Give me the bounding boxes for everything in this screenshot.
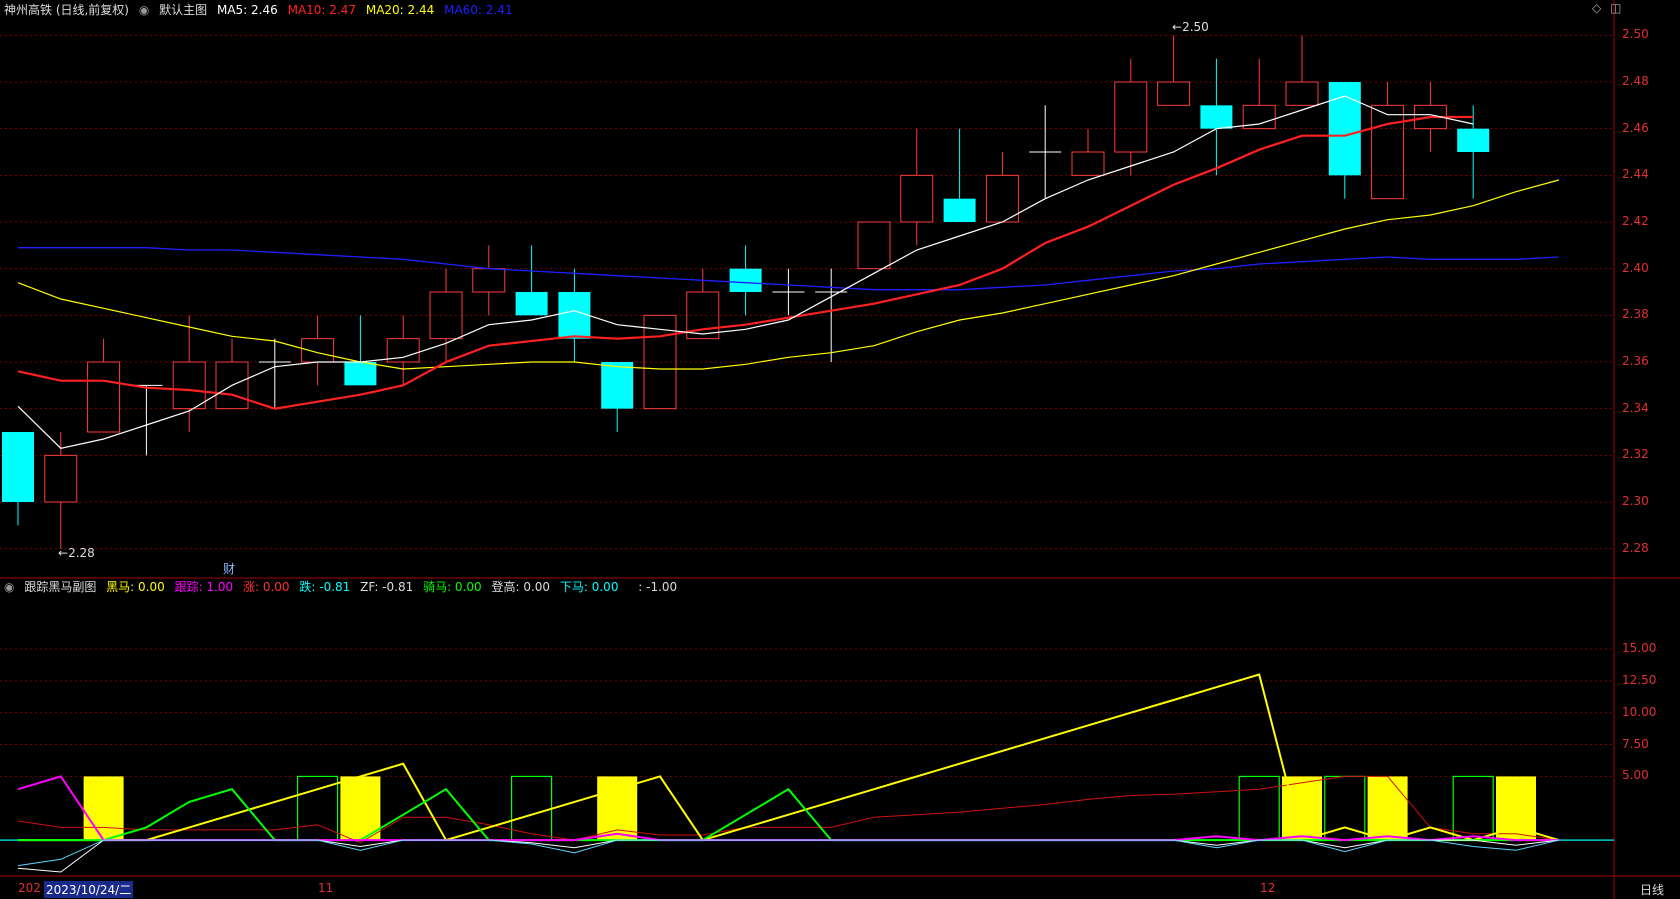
indicator-tick-label: 12.50	[1622, 672, 1657, 687]
candle-body	[857, 221, 891, 270]
candle-body	[172, 361, 206, 410]
indicator-tick-label: 5.00	[1622, 768, 1649, 783]
candle-body	[87, 361, 121, 433]
qima-box	[1452, 775, 1494, 841]
period-daily-button[interactable]: 日线	[1640, 881, 1664, 898]
stock-title[interactable]: 神州高铁 (日线,前复权)	[4, 3, 129, 17]
candle-body	[301, 338, 335, 363]
candle-body	[44, 454, 78, 503]
ma5-label: MA5: 2.46	[216, 3, 278, 17]
indicator-tick-label: 7.50	[1622, 736, 1649, 751]
date-cursor-label: 2023/10/24/二	[44, 881, 134, 898]
chart-menu-icon[interactable]: ◉	[139, 3, 149, 17]
price-tick-label: 2.28	[1622, 540, 1649, 555]
heima-bar	[340, 776, 381, 841]
candle-body	[2, 432, 34, 502]
heima-line	[18, 673, 1560, 842]
finance-event-marker[interactable]: 财	[223, 560, 235, 577]
price-tick-label: 2.40	[1622, 260, 1649, 275]
price-tick-label: 2.30	[1622, 494, 1649, 508]
indicator-tick-label: 10.00	[1622, 704, 1657, 719]
zhang-label: 涨: 0.00	[242, 580, 290, 594]
price-tick-label: 2.38	[1622, 307, 1649, 322]
ma10-label: MA10: 2.47	[287, 3, 357, 17]
diamond-icon[interactable]: ◇	[1592, 1, 1601, 15]
price-tick-label: 2.42	[1622, 214, 1649, 228]
heima-bar	[83, 776, 124, 841]
candle-body	[601, 362, 634, 409]
price-tick-label: 2.46	[1622, 120, 1649, 135]
indicator-title[interactable]: 跟踪黑马副图	[24, 580, 96, 594]
candle-body	[943, 198, 976, 222]
zhang-line	[17, 839, 1559, 873]
candle-body	[558, 292, 591, 339]
candle-body	[472, 268, 506, 293]
candle-body	[1200, 105, 1233, 129]
year-label: 202	[18, 881, 41, 895]
ma20-label: MA20: 2.44	[365, 3, 435, 17]
main-chart-header: 神州高铁 (日线,前复权) ◉ 默认主图 MA5: 2.46 MA10: 2.4…	[4, 1, 519, 18]
month-11-label: 11	[318, 881, 334, 895]
indicator-menu-icon[interactable]: ◉	[4, 580, 14, 594]
candlestick-chart	[0, 0, 1680, 899]
window-toggle-icon[interactable]: ◫	[1610, 1, 1621, 15]
heima-label: 黑马: 0.00	[106, 580, 165, 594]
price-tick-label: 2.44	[1622, 167, 1649, 182]
price-tick-label: 2.48	[1622, 74, 1649, 88]
candle-body	[900, 174, 934, 223]
candle-body	[729, 268, 762, 292]
candle-body	[344, 362, 377, 386]
low-price-label: 2.28	[68, 546, 95, 560]
month-12-label: 12	[1260, 881, 1276, 895]
candle-body	[985, 174, 1019, 223]
ma60-label: MA60: 2.41	[444, 3, 513, 17]
chart-menu-label[interactable]: 默认主图	[159, 3, 207, 17]
blank-label: : -1.00	[638, 580, 678, 594]
genzong-label: 跟踪: 1.00	[174, 580, 234, 594]
die-label: 跌: -0.81	[299, 580, 351, 594]
price-tick-label: 2.32	[1622, 447, 1649, 462]
candle-body	[1157, 81, 1191, 106]
xiama-label: 下马: 0.00	[559, 580, 619, 594]
heima-bar	[1367, 776, 1408, 841]
qima-box	[1238, 775, 1280, 841]
low-price-marker: ←2.28	[58, 546, 95, 560]
qima-label: 骑马: 0.00	[423, 580, 482, 594]
candle-body	[1114, 81, 1148, 153]
indicator-header: ◉ 跟踪黑马副图 黑马: 0.00 跟踪: 1.00 涨: 0.00 跌: -0…	[4, 578, 683, 595]
denggao-label: 登高: 0.00	[491, 580, 551, 594]
zf-label: ZF: -0.81	[360, 580, 414, 594]
candle-body	[1285, 81, 1319, 106]
price-tick-label: 2.36	[1622, 354, 1649, 368]
price-tick-label: 2.34	[1622, 400, 1649, 415]
high-price-label: 2.50	[1182, 20, 1209, 34]
price-tick-label: 2.50	[1622, 27, 1649, 42]
candle-body	[1071, 151, 1105, 176]
candle-body	[515, 292, 548, 316]
indicator-tick-label: 15.00	[1622, 640, 1657, 655]
high-price-marker: ←2.50	[1172, 20, 1209, 34]
candle-body	[1371, 104, 1405, 200]
die-line	[17, 839, 1559, 867]
candle-body	[1457, 128, 1490, 152]
